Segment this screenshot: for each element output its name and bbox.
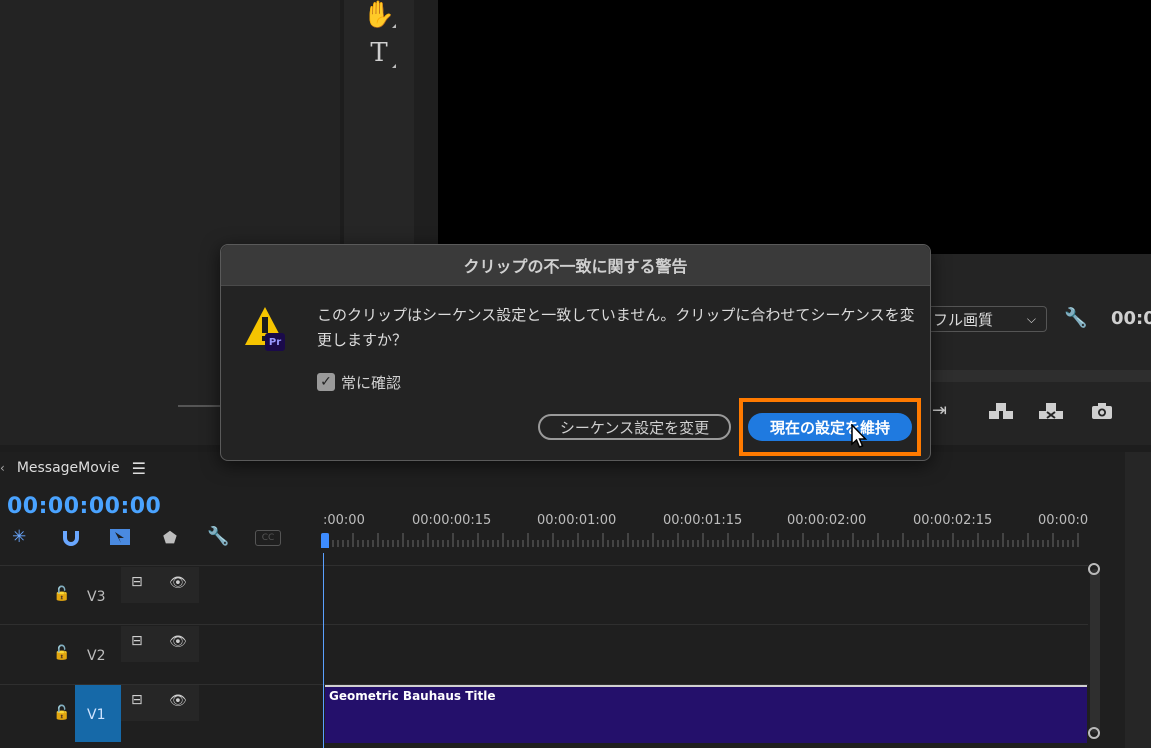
mouse-cursor-icon <box>851 424 868 448</box>
eye-icon[interactable]: 👁 <box>169 693 187 709</box>
panel-resize-line <box>178 405 220 407</box>
type-icon[interactable]: T <box>362 38 396 68</box>
go-to-out-icon[interactable]: ⇥ <box>932 400 947 421</box>
timeline-settings-wrench-icon[interactable]: 🔧 <box>207 526 229 547</box>
tool-submenu-indicator <box>392 64 396 68</box>
program-monitor-viewer <box>438 0 1151 254</box>
track-name: V2 <box>87 648 106 664</box>
quality-select-value: フル画質 <box>933 310 994 329</box>
scrollbar-handle-bottom[interactable] <box>1088 727 1100 739</box>
ruler-label: 00:00:02:00 <box>787 513 867 528</box>
playback-quality-select[interactable]: フル画質 ⌵ <box>925 306 1047 332</box>
lock-icon[interactable]: 🔓 <box>53 645 70 661</box>
marker-icon[interactable]: ⬟ <box>163 528 177 547</box>
ruler-label: :00:00 <box>323 513 365 528</box>
eye-icon[interactable]: 👁 <box>169 575 187 591</box>
dialog-title: クリップの不一致に関する警告 <box>221 245 930 286</box>
tool-submenu-indicator <box>392 24 396 28</box>
panel-menu-icon[interactable]: ☰ <box>132 459 146 478</box>
track-name: V3 <box>87 589 106 605</box>
clip-title: Geometric Bauhaus Title <box>329 689 496 703</box>
playhead-handle[interactable] <box>321 533 329 548</box>
time-ruler[interactable] <box>328 533 1088 547</box>
ruler-label: 00:00:01:00 <box>537 513 617 528</box>
sequence-timecode[interactable]: 00:00:00:00 <box>7 494 161 519</box>
cc-icon[interactable]: CC <box>255 530 281 546</box>
premiere-pro-badge: Pr <box>265 333 285 351</box>
always-ask-label: 常に確認 <box>341 374 402 392</box>
playhead-line <box>323 553 324 748</box>
chevron-left-icon[interactable]: ‹ <box>0 461 5 475</box>
clip-mismatch-dialog: クリップの不一致に関する警告 Pr このクリップはシーケンス設定と一致していませ… <box>220 244 931 461</box>
nest-icon[interactable]: ✳ <box>12 527 26 547</box>
dialog-message: このクリップはシーケンス設定と一致していません。クリップに合わせてシーケンスを変… <box>317 306 915 349</box>
sync-lock-icon[interactable]: ⊟ <box>131 692 143 708</box>
ruler-label: 00:00:02:15 <box>913 513 993 528</box>
keep-existing-settings-button[interactable]: 現在の設定を維持 <box>748 413 912 441</box>
sequence-tab-label: MessageMovie <box>16 460 120 476</box>
lock-icon[interactable]: 🔓 <box>53 586 70 602</box>
change-sequence-settings-button[interactable]: シーケンス設定を変更 <box>538 414 731 440</box>
ruler-label: 00:00:0 <box>1038 513 1089 528</box>
track-row-v2: 🔓 V2 ⊟ 👁 <box>0 624 1088 684</box>
program-toolbar-separator <box>930 370 1151 382</box>
chevron-down-icon: ⌵ <box>1026 311 1036 326</box>
sync-lock-icon[interactable]: ⊟ <box>131 574 143 590</box>
extract-icon[interactable] <box>1037 401 1065 425</box>
ruler-label: 00:00:01:15 <box>663 513 743 528</box>
time-ruler-labels: :00:00 00:00:00:15 00:00:01:00 00:00:01:… <box>323 513 1093 529</box>
camera-icon[interactable] <box>1091 402 1113 424</box>
audio-meter-panel <box>1125 452 1151 748</box>
ruler-label: 00:00:00:15 <box>412 513 492 528</box>
timeline-vertical-scrollbar[interactable] <box>1090 569 1100 733</box>
sync-lock-icon[interactable]: ⊟ <box>131 633 143 649</box>
track-name: V1 <box>87 707 106 723</box>
track-row-v3: 🔓 V3 ⊟ 👁 <box>0 565 1088 625</box>
always-ask-checkbox[interactable]: ✓ <box>317 373 335 391</box>
program-timecode: 00:0 <box>1111 308 1151 329</box>
lift-icon[interactable] <box>987 401 1015 425</box>
hand-icon[interactable]: ✋ <box>362 0 396 30</box>
scrollbar-handle-top[interactable] <box>1088 563 1100 575</box>
eye-icon[interactable]: 👁 <box>169 634 187 650</box>
linked-selection-icon[interactable] <box>109 527 131 551</box>
sequence-tab[interactable]: ‹ MessageMovie ☰ <box>0 458 146 478</box>
wrench-icon[interactable]: 🔧 <box>1064 306 1088 329</box>
lock-icon[interactable]: 🔓 <box>53 705 70 721</box>
magnet-icon[interactable] <box>61 527 81 551</box>
